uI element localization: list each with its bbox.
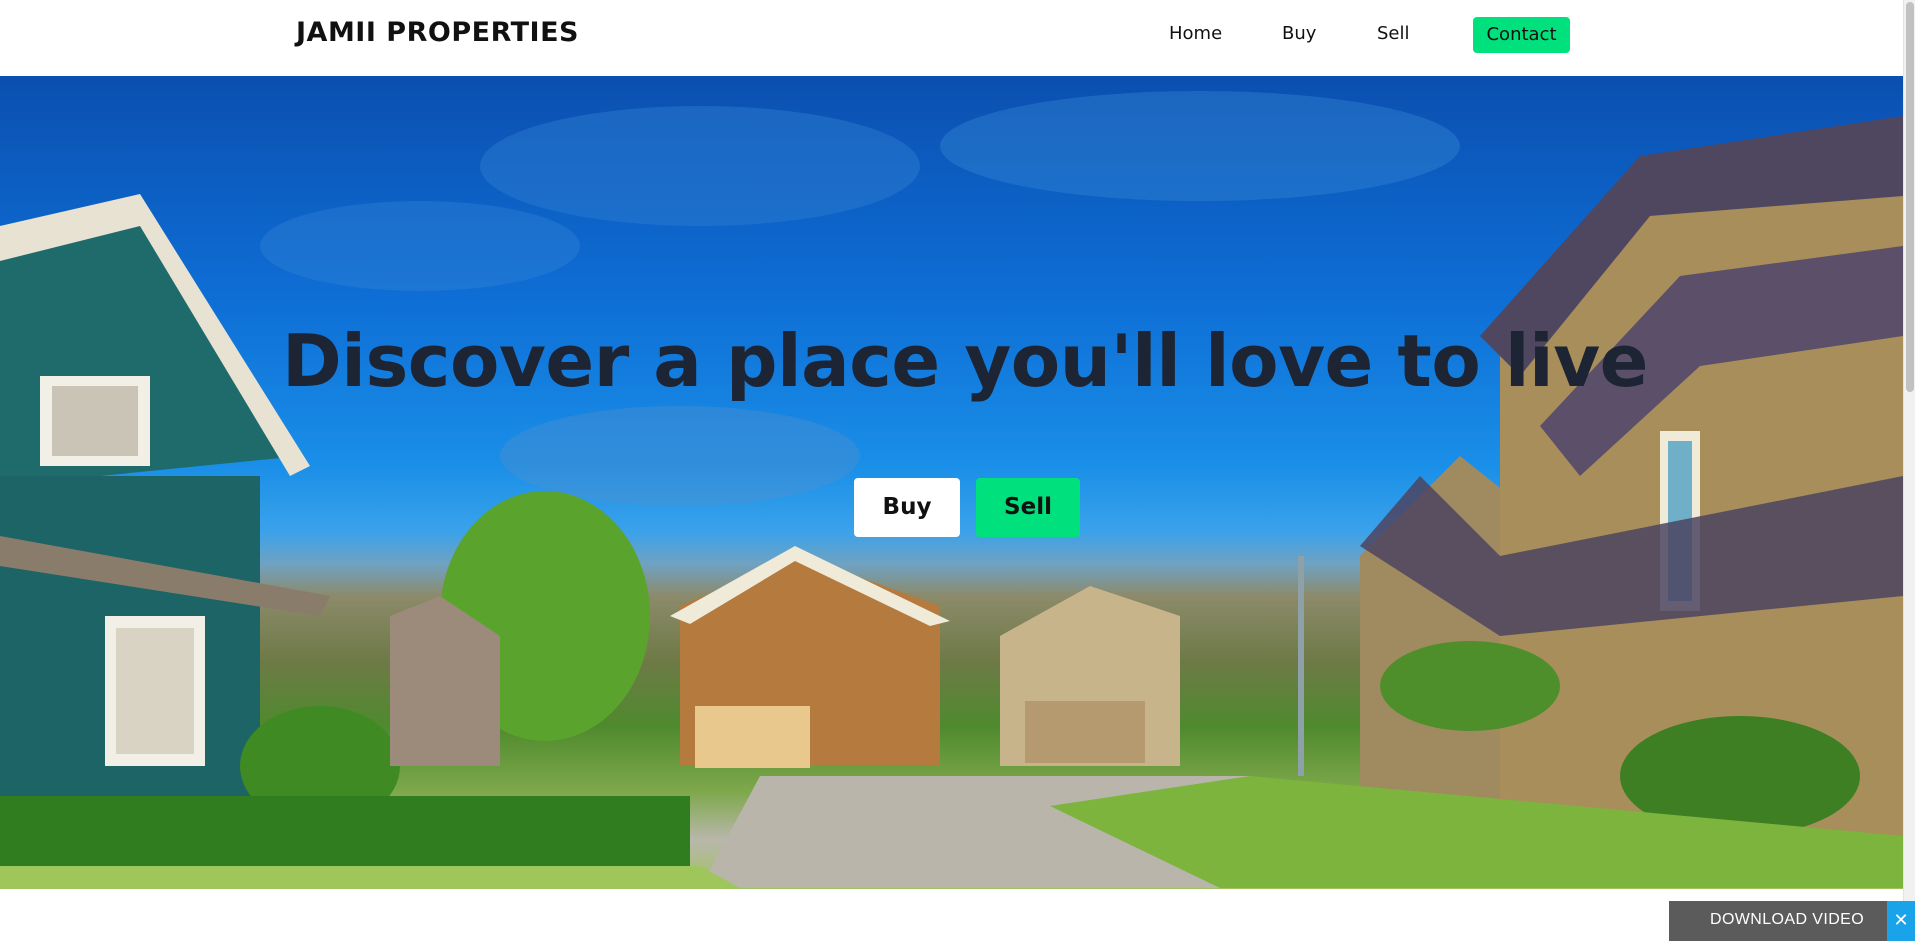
- hero-buy-button[interactable]: Buy: [854, 478, 960, 537]
- main-nav: Home Buy Sell Contact: [0, 17, 1903, 53]
- nav-home-link[interactable]: Home: [1169, 23, 1222, 44]
- hero-sell-button[interactable]: Sell: [976, 478, 1080, 537]
- download-video-label[interactable]: DOWNLOAD VIDEO: [1710, 911, 1864, 929]
- nav-contact-button[interactable]: Contact: [1473, 17, 1570, 53]
- close-icon[interactable]: ✕: [1887, 901, 1915, 941]
- scrollbar-thumb[interactable]: [1906, 2, 1914, 392]
- nav-sell-link[interactable]: Sell: [1377, 23, 1410, 44]
- download-video-bar[interactable]: DOWNLOAD VIDEO ✕: [1669, 901, 1915, 941]
- site-header: JAMII PROPERTIES Home Buy Sell Contact: [0, 0, 1903, 76]
- hero-section: Discover a place you'll love to live Buy…: [0, 76, 1903, 889]
- hero-headline: Discover a place you'll love to live: [282, 319, 1649, 403]
- page-scrollbar[interactable]: [1903, 0, 1915, 941]
- nav-buy-link[interactable]: Buy: [1282, 23, 1316, 44]
